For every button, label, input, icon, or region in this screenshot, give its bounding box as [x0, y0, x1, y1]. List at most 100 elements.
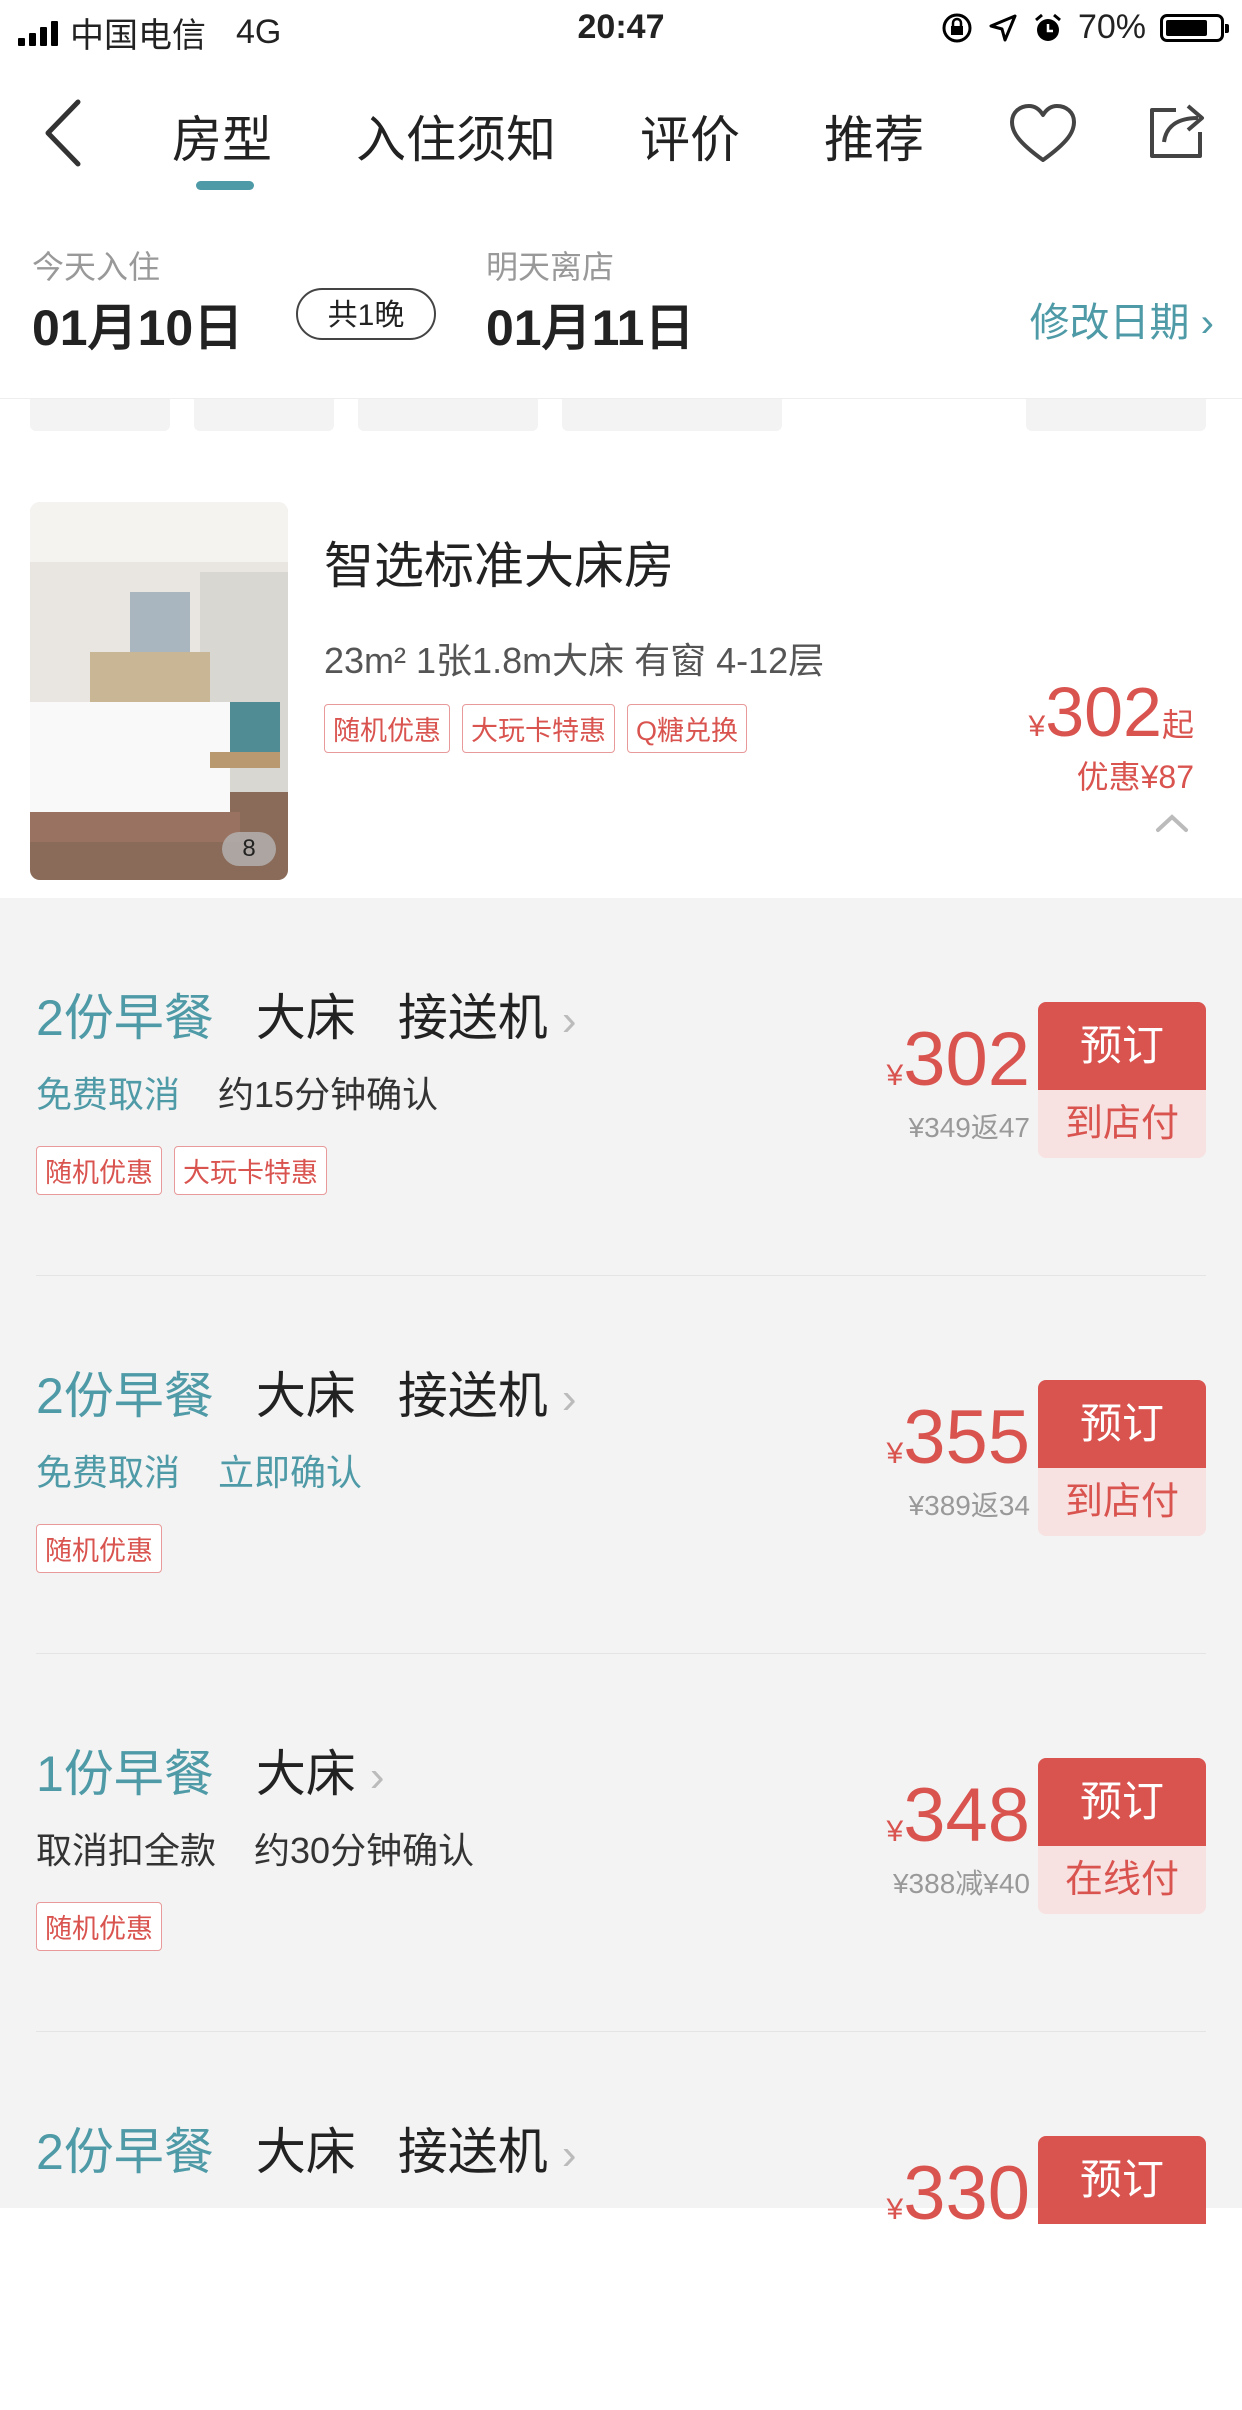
filter-chip[interactable]	[194, 399, 334, 431]
plan-header: 2份早餐 大床 接送机 ›	[36, 1356, 576, 1428]
plan-header: 2份早餐 大床 接送机 ›	[36, 978, 576, 1050]
checkout-label: 明天离店	[486, 249, 615, 285]
rate-plan-row[interactable]: 1份早餐 大床 › 取消扣全款 约30分钟确认 随机优惠 ¥348 ¥388减¥…	[0, 1654, 1242, 2032]
room-price: ¥302起	[1029, 672, 1195, 752]
plan-price-value: 355	[903, 1395, 1030, 1480]
plan-tags: 随机优惠	[36, 1902, 162, 1951]
confirm-time: 约15分钟确认	[218, 1074, 439, 1115]
plan-price: ¥348	[887, 1772, 1031, 1859]
promo-tag: Q糖兑换	[627, 704, 748, 753]
plan-tags: 随机优惠 大玩卡特惠	[36, 1146, 327, 1195]
bed-label: 大床	[255, 1746, 356, 1802]
book-label: 预订	[1038, 1758, 1206, 1846]
filter-chip[interactable]	[358, 399, 538, 431]
bed-label: 大床	[255, 1368, 356, 1424]
bed-label: 大床	[255, 2124, 356, 2180]
tab-recommend[interactable]: 推荐	[824, 100, 924, 172]
plan-price: ¥302	[887, 1016, 1031, 1103]
tab-checkin-notice[interactable]: 入住须知	[356, 100, 556, 172]
modify-date-link[interactable]: 修改日期 ›	[1030, 290, 1214, 348]
currency-symbol: ¥	[886, 1059, 904, 1092]
book-button[interactable]: 预订 在线付	[1038, 1758, 1206, 1914]
rate-plan-row[interactable]: 2份早餐 大床 接送机 › ¥330 预订	[0, 2032, 1242, 2410]
currency-symbol: ¥	[886, 2193, 904, 2226]
plan-price: ¥355	[887, 1394, 1031, 1481]
plan-price-value: 348	[903, 1773, 1030, 1858]
breakfast-label: 2份早餐	[36, 1368, 214, 1424]
chevron-right-icon[interactable]: ›	[562, 1374, 577, 1424]
payment-type: 到店付	[1038, 1090, 1206, 1158]
filter-chip[interactable]	[30, 399, 170, 431]
rate-plan-row[interactable]: 2份早餐 大床 接送机 › 免费取消 立即确认 随机优惠 ¥355 ¥389返3…	[0, 1276, 1242, 1654]
transfer-label: 接送机	[397, 990, 548, 1046]
filter-chips	[0, 398, 1242, 484]
status-bar: 中国电信 4G 20:47 70%	[0, 0, 1242, 60]
confirm-time: 立即确认	[218, 1452, 363, 1493]
plan-price-original: ¥389返34	[908, 1490, 1030, 1521]
favorite-icon[interactable]	[1008, 102, 1078, 164]
tab-reviews[interactable]: 评价	[640, 100, 740, 172]
date-selector: 今天入住 01月10日 共1晚 明天离店 01月11日 修改日期 ›	[0, 228, 1242, 398]
chevron-right-icon[interactable]: ›	[370, 1752, 385, 1802]
plan-price-value: 302	[903, 1017, 1030, 1102]
confirm-time: 约30分钟确认	[254, 1830, 475, 1871]
rate-plan-row[interactable]: 2份早餐 大床 接送机 › 免费取消 约15分钟确认 随机优惠 大玩卡特惠 ¥3…	[0, 898, 1242, 1276]
room-tags: 随机优惠 大玩卡特惠 Q糖兑换	[324, 704, 748, 753]
plan-header: 2份早餐 大床 接送机 ›	[36, 2112, 576, 2184]
payment-type: 到店付	[1038, 1468, 1206, 1536]
breakfast-label: 2份早餐	[36, 990, 214, 1046]
checkin-date[interactable]: 01月10日	[32, 288, 243, 360]
promo-tag: 大玩卡特惠	[174, 1146, 327, 1195]
room-photo[interactable]: 8	[30, 502, 288, 880]
book-label: 预订	[1038, 2136, 1206, 2224]
nights-badge: 共1晚	[296, 288, 436, 340]
chevron-right-icon[interactable]: ›	[562, 2130, 577, 2180]
plan-price-original: ¥388减¥40	[892, 1868, 1030, 1899]
plan-price-value: 330	[903, 2151, 1030, 2236]
currency-symbol: ¥	[886, 1815, 904, 1848]
room-name: 智选标准大床房	[324, 538, 674, 594]
rate-plan-list: 2份早餐 大床 接送机 › 免费取消 约15分钟确认 随机优惠 大玩卡特惠 ¥3…	[0, 898, 1242, 2236]
battery-percent: 70%	[1077, 8, 1146, 46]
room-discount: 优惠¥87	[1076, 759, 1194, 795]
transfer-label: 接送机	[397, 1368, 548, 1424]
checkin-label: 今天入住	[32, 249, 161, 285]
rotation-lock-icon	[942, 13, 972, 42]
currency-symbol: ¥	[1028, 710, 1046, 743]
top-nav: 房型 入住须知 评价 推荐	[0, 70, 1242, 190]
back-icon[interactable]	[40, 98, 88, 168]
status-right: 70%	[940, 8, 1229, 47]
photo-count-badge: 8	[222, 832, 276, 866]
cancel-policy: 取消扣全款	[36, 1830, 217, 1871]
location-icon	[989, 14, 1017, 41]
price-suffix: 起	[1161, 707, 1194, 743]
promo-tag: 随机优惠	[324, 704, 450, 753]
filter-chip[interactable]	[562, 399, 782, 431]
book-label: 预订	[1038, 1002, 1206, 1090]
room-price-value: 302	[1045, 673, 1162, 751]
book-button[interactable]: 预订	[1038, 2136, 1206, 2292]
collapse-icon[interactable]	[1154, 812, 1190, 834]
currency-symbol: ¥	[886, 1437, 904, 1470]
filter-chip[interactable]	[1026, 399, 1206, 431]
share-icon[interactable]	[1146, 100, 1208, 162]
book-button[interactable]: 预订 到店付	[1038, 1002, 1206, 1158]
bed-label: 大床	[255, 990, 356, 1046]
chevron-right-icon[interactable]: ›	[562, 996, 577, 1046]
plan-policy: 免费取消 立即确认	[36, 1444, 390, 1496]
checkout-date[interactable]: 01月11日	[486, 288, 694, 360]
promo-tag: 随机优惠	[36, 1902, 162, 1951]
promo-tag: 大玩卡特惠	[462, 704, 615, 753]
room-card[interactable]: 8 智选标准大床房 23m² 1张1.8m大床 有窗 4-12层 随机优惠 大玩…	[0, 482, 1242, 898]
promo-tag: 随机优惠	[36, 1146, 162, 1195]
room-image	[30, 502, 288, 880]
payment-type: 在线付	[1038, 1846, 1206, 1914]
plan-policy: 取消扣全款 约30分钟确认	[36, 1822, 502, 1874]
tab-room-types[interactable]: 房型	[172, 100, 272, 190]
plan-price-original: ¥349返47	[908, 1112, 1030, 1143]
cancel-policy: 免费取消	[36, 1452, 181, 1493]
book-button[interactable]: 预订 到店付	[1038, 1380, 1206, 1536]
plan-header: 1份早餐 大床 ›	[36, 1734, 384, 1806]
breakfast-label: 1份早餐	[36, 1746, 214, 1802]
tab-bar: 房型 入住须知 评价 推荐	[172, 100, 1008, 190]
